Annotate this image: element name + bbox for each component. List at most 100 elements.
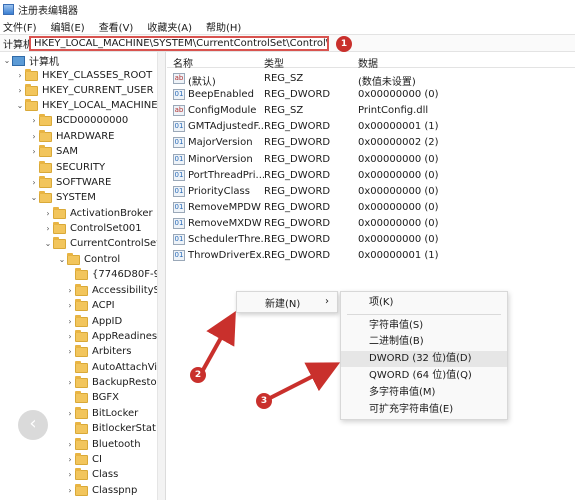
tree-node-controlset001[interactable]: › ControlSet001	[43, 221, 142, 236]
submenu-qword-value[interactable]: QWORD (64 位)值(Q)	[341, 368, 507, 384]
registry-value-row[interactable]: 01 PriorityClass REG_DWORD 0x00000000 (0)	[167, 184, 575, 200]
tree-node-system[interactable]: ⌄ SYSTEM	[29, 190, 96, 205]
registry-value-row[interactable]: 01 MinorVersion REG_DWORD 0x00000000 (0)	[167, 152, 575, 168]
registry-value-row[interactable]: 01 GMTAdjustedF... REG_DWORD 0x00000001 (1)	[167, 119, 575, 135]
registry-value-row[interactable]: ab (默认) REG_SZ (数值未设置)	[167, 71, 575, 88]
expand-icon[interactable]: ›	[65, 301, 75, 310]
registry-value-row[interactable]: 01 BeepEnabled REG_DWORD 0x00000000 (0)	[167, 87, 575, 103]
tree-node-control-child[interactable]: {7746D80F-97	[65, 267, 157, 282]
submenu-expandable-string-value[interactable]: 可扩充字符串值(E)	[341, 402, 507, 418]
expand-icon[interactable]: ›	[65, 440, 75, 449]
tree-node-control-child[interactable]: › CI	[65, 452, 102, 467]
menu-file[interactable]: 文件(F)	[3, 19, 37, 34]
value-data: 0x00000000 (0)	[358, 217, 439, 229]
tree-node-security[interactable]: SECURITY	[29, 160, 105, 175]
tree-scrollbar[interactable]	[158, 52, 166, 500]
submenu-string-value[interactable]: 字符串值(S)	[341, 318, 507, 334]
expand-icon[interactable]: ›	[29, 132, 39, 141]
tree-node-activationbroker[interactable]: › ActivationBroker	[43, 206, 153, 221]
expand-icon[interactable]: ›	[29, 116, 39, 125]
value-name: (默认)	[188, 77, 216, 88]
tree-node-control-child[interactable]: › AppID	[65, 314, 122, 329]
expand-icon[interactable]: ›	[65, 455, 75, 464]
values-header: 名称 类型 数据	[167, 52, 575, 70]
menu-help[interactable]: 帮助(H)	[206, 19, 241, 34]
tree-node-hardware[interactable]: › HARDWARE	[29, 129, 114, 144]
submenu-multi-string-value[interactable]: 多字符串值(M)	[341, 385, 507, 401]
collapse-icon[interactable]: ⌄	[57, 255, 67, 264]
tree-node-software[interactable]: › SOFTWARE	[29, 175, 111, 190]
expand-icon[interactable]: ›	[29, 178, 39, 187]
registry-value-row[interactable]: ab ConfigModule REG_SZ PrintConfig.dll	[167, 103, 575, 119]
tree-node-control-child[interactable]: AutoAttachVi	[65, 360, 157, 375]
value-data: 0x00000000 (0)	[358, 153, 439, 165]
tree-node-sam[interactable]: › SAM	[29, 144, 78, 159]
tree-node-control-child[interactable]: › Class	[65, 467, 118, 482]
expand-icon[interactable]: ›	[65, 486, 75, 495]
registry-value-row[interactable]: 01 RemoveMPDW REG_DWORD 0x00000000 (0)	[167, 200, 575, 216]
expand-icon[interactable]: ›	[43, 209, 53, 218]
folder-icon	[39, 175, 52, 188]
address-path-input[interactable]: HKEY_LOCAL_MACHINE\SYSTEM\CurrentControl…	[29, 36, 329, 51]
expand-icon[interactable]: ›	[15, 86, 25, 95]
tree-node-hklm[interactable]: ⌄ HKEY_LOCAL_MACHINE	[15, 98, 157, 113]
tree-node-control[interactable]: ⌄ Control	[57, 252, 120, 267]
expand-icon[interactable]: ›	[65, 378, 75, 387]
column-data-header[interactable]: 数据	[358, 55, 378, 70]
submenu-dword-value[interactable]: DWORD (32 位)值(D)	[341, 351, 507, 367]
menu-favorites[interactable]: 收藏夹(A)	[147, 19, 192, 34]
expand-icon[interactable]: ›	[43, 224, 53, 233]
tree-node-control-child[interactable]: › Classpnp	[65, 483, 137, 498]
tree-node-control-child[interactable]: › Bluetooth	[65, 437, 141, 452]
tree-node-control-child[interactable]: BGFX	[65, 390, 119, 405]
tree-node-hkcu[interactable]: › HKEY_CURRENT_USER	[15, 83, 154, 98]
binary-value-icon: 01	[173, 217, 185, 229]
folder-icon	[53, 221, 66, 234]
folder-icon	[25, 68, 38, 81]
new-submenu: 项(K) 字符串值(S) 二进制值(B) DWORD (32 位)值(D) QW…	[340, 291, 508, 420]
context-menu-new[interactable]: 新建(N) ›	[236, 291, 338, 313]
collapse-icon[interactable]: ⌄	[15, 101, 25, 110]
submenu-key[interactable]: 项(K)	[341, 295, 507, 311]
expand-icon[interactable]: ›	[65, 470, 75, 479]
nav-left-icon[interactable]: ‹	[18, 410, 48, 440]
folder-icon	[75, 375, 88, 388]
collapse-icon[interactable]: ⌄	[29, 193, 39, 202]
binary-value-icon: 01	[173, 185, 185, 197]
registry-value-row[interactable]: 01 ThrowDriverEx... REG_DWORD 0x00000001 (1…	[167, 248, 575, 264]
menu-view[interactable]: 查看(V)	[99, 19, 134, 34]
binary-value-icon: 01	[173, 169, 185, 181]
value-name: PortThreadPri...	[188, 169, 266, 181]
expand-icon[interactable]: ›	[15, 71, 25, 80]
submenu-binary-value[interactable]: 二进制值(B)	[341, 334, 507, 350]
annotation-badge-1: 1	[336, 36, 352, 52]
folder-icon	[75, 360, 88, 373]
expand-icon[interactable]: ›	[65, 409, 75, 418]
tree-node-control-child[interactable]: › BitLocker	[65, 406, 138, 421]
tree-node-control-child[interactable]: › Arbiters	[65, 344, 131, 359]
collapse-icon[interactable]: ⌄	[2, 56, 12, 65]
collapse-icon[interactable]: ⌄	[43, 239, 53, 248]
tree-node-control-child[interactable]: › AccessibilityS	[65, 283, 157, 298]
expand-icon[interactable]: ›	[65, 317, 75, 326]
tree-node-currentcontrolset[interactable]: ⌄ CurrentControlSet	[43, 236, 157, 251]
menu-edit[interactable]: 编辑(E)	[51, 19, 85, 34]
expand-icon[interactable]: ›	[29, 147, 39, 156]
registry-value-row[interactable]: 01 MajorVersion REG_DWORD 0x00000002 (2)	[167, 135, 575, 151]
tree-node-bcd[interactable]: › BCD00000000	[29, 113, 128, 128]
tree-node-hkcr[interactable]: › HKEY_CLASSES_ROOT	[15, 68, 152, 83]
expand-icon[interactable]: ›	[65, 347, 75, 356]
tree-node-control-child[interactable]: BitlockerStat	[65, 421, 156, 436]
expand-icon[interactable]: ›	[65, 332, 75, 341]
registry-value-row[interactable]: 01 SchedulerThre... REG_DWORD 0x00000000 (0…	[167, 232, 575, 248]
column-name-header[interactable]: 名称	[173, 55, 193, 70]
registry-value-row[interactable]: 01 PortThreadPri... REG_DWORD 0x00000000 (0…	[167, 168, 575, 184]
registry-value-row[interactable]: 01 RemoveMXDW REG_DWORD 0x00000000 (0)	[167, 216, 575, 232]
expand-icon[interactable]: ›	[65, 286, 75, 295]
tree-node-computer[interactable]: ⌄ 计算机	[2, 53, 59, 68]
tree-node-control-child[interactable]: › BackupResto	[65, 375, 157, 390]
value-type: REG_DWORD	[264, 153, 331, 165]
column-type-header[interactable]: 类型	[264, 55, 284, 70]
tree-node-control-child[interactable]: › AppReadines	[65, 329, 157, 344]
tree-node-control-child[interactable]: › ACPI	[65, 298, 115, 313]
